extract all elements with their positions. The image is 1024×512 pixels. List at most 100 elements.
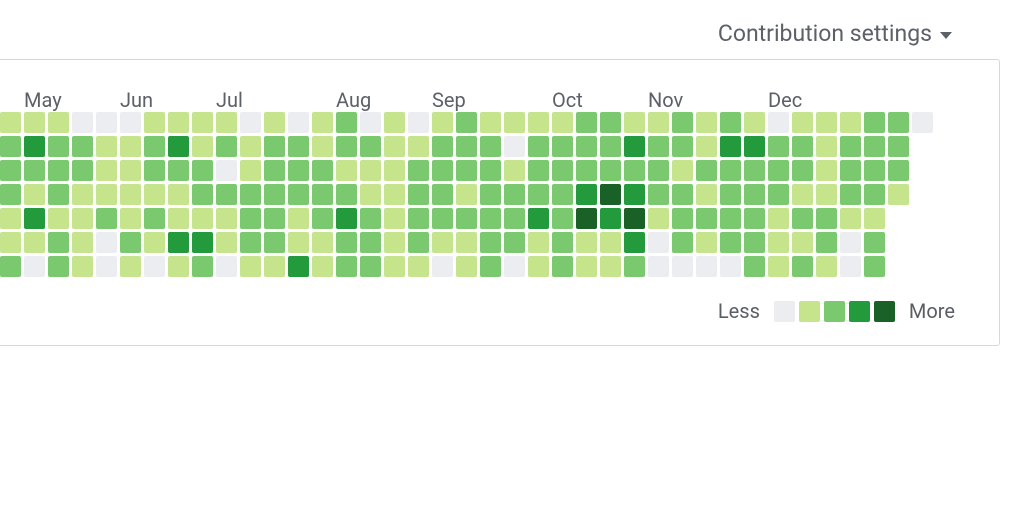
day-cell[interactable]	[120, 256, 141, 277]
day-cell[interactable]	[288, 112, 309, 133]
day-cell[interactable]	[360, 160, 381, 181]
day-cell[interactable]	[264, 256, 285, 277]
day-cell[interactable]	[768, 112, 789, 133]
day-cell[interactable]	[96, 136, 117, 157]
day-cell[interactable]	[312, 256, 333, 277]
day-cell[interactable]	[336, 112, 357, 133]
day-cell[interactable]	[744, 184, 765, 205]
day-cell[interactable]	[696, 112, 717, 133]
day-cell[interactable]	[480, 160, 501, 181]
day-cell[interactable]	[48, 208, 69, 229]
day-cell[interactable]	[0, 232, 21, 253]
day-cell[interactable]	[792, 208, 813, 229]
day-cell[interactable]	[672, 256, 693, 277]
day-cell[interactable]	[72, 160, 93, 181]
day-cell[interactable]	[288, 136, 309, 157]
day-cell[interactable]	[528, 112, 549, 133]
day-cell[interactable]	[168, 160, 189, 181]
day-cell[interactable]	[336, 160, 357, 181]
day-cell[interactable]	[360, 208, 381, 229]
day-cell[interactable]	[480, 136, 501, 157]
day-cell[interactable]	[624, 160, 645, 181]
day-cell[interactable]	[24, 232, 45, 253]
day-cell[interactable]	[264, 160, 285, 181]
day-cell[interactable]	[288, 256, 309, 277]
day-cell[interactable]	[456, 160, 477, 181]
day-cell[interactable]	[96, 160, 117, 181]
day-cell[interactable]	[336, 232, 357, 253]
day-cell[interactable]	[288, 160, 309, 181]
day-cell[interactable]	[816, 136, 837, 157]
day-cell[interactable]	[312, 160, 333, 181]
day-cell[interactable]	[456, 112, 477, 133]
day-cell[interactable]	[480, 112, 501, 133]
day-cell[interactable]	[744, 208, 765, 229]
day-cell[interactable]	[312, 112, 333, 133]
day-cell[interactable]	[696, 256, 717, 277]
day-cell[interactable]	[216, 232, 237, 253]
day-cell[interactable]	[576, 112, 597, 133]
day-cell[interactable]	[672, 208, 693, 229]
day-cell[interactable]	[720, 160, 741, 181]
day-cell[interactable]	[384, 112, 405, 133]
day-cell[interactable]	[336, 136, 357, 157]
day-cell[interactable]	[456, 136, 477, 157]
day-cell[interactable]	[360, 136, 381, 157]
day-cell[interactable]	[312, 232, 333, 253]
day-cell[interactable]	[240, 136, 261, 157]
day-cell[interactable]	[672, 160, 693, 181]
day-cell[interactable]	[216, 136, 237, 157]
day-cell[interactable]	[816, 256, 837, 277]
day-cell[interactable]	[120, 112, 141, 133]
day-cell[interactable]	[192, 208, 213, 229]
day-cell[interactable]	[840, 256, 861, 277]
day-cell[interactable]	[408, 136, 429, 157]
day-cell[interactable]	[384, 184, 405, 205]
day-cell[interactable]	[864, 112, 885, 133]
day-cell[interactable]	[552, 208, 573, 229]
day-cell[interactable]	[360, 256, 381, 277]
day-cell[interactable]	[600, 112, 621, 133]
day-cell[interactable]	[576, 184, 597, 205]
day-cell[interactable]	[0, 184, 21, 205]
day-cell[interactable]	[744, 136, 765, 157]
day-cell[interactable]	[528, 136, 549, 157]
day-cell[interactable]	[432, 232, 453, 253]
day-cell[interactable]	[888, 136, 909, 157]
day-cell[interactable]	[48, 256, 69, 277]
day-cell[interactable]	[840, 136, 861, 157]
day-cell[interactable]	[120, 184, 141, 205]
day-cell[interactable]	[864, 136, 885, 157]
day-cell[interactable]	[384, 208, 405, 229]
day-cell[interactable]	[648, 160, 669, 181]
day-cell[interactable]	[720, 112, 741, 133]
day-cell[interactable]	[144, 160, 165, 181]
day-cell[interactable]	[840, 208, 861, 229]
day-cell[interactable]	[504, 112, 525, 133]
day-cell[interactable]	[648, 256, 669, 277]
day-cell[interactable]	[96, 112, 117, 133]
day-cell[interactable]	[360, 112, 381, 133]
day-cell[interactable]	[240, 160, 261, 181]
day-cell[interactable]	[384, 256, 405, 277]
day-cell[interactable]	[888, 184, 909, 205]
day-cell[interactable]	[840, 160, 861, 181]
day-cell[interactable]	[312, 184, 333, 205]
day-cell[interactable]	[744, 232, 765, 253]
day-cell[interactable]	[408, 112, 429, 133]
day-cell[interactable]	[144, 112, 165, 133]
day-cell[interactable]	[504, 256, 525, 277]
day-cell[interactable]	[720, 232, 741, 253]
day-cell[interactable]	[168, 112, 189, 133]
day-cell[interactable]	[192, 232, 213, 253]
day-cell[interactable]	[672, 136, 693, 157]
day-cell[interactable]	[624, 256, 645, 277]
day-cell[interactable]	[432, 208, 453, 229]
day-cell[interactable]	[96, 208, 117, 229]
day-cell[interactable]	[600, 184, 621, 205]
day-cell[interactable]	[48, 112, 69, 133]
day-cell[interactable]	[216, 184, 237, 205]
day-cell[interactable]	[48, 184, 69, 205]
day-cell[interactable]	[144, 184, 165, 205]
day-cell[interactable]	[840, 232, 861, 253]
